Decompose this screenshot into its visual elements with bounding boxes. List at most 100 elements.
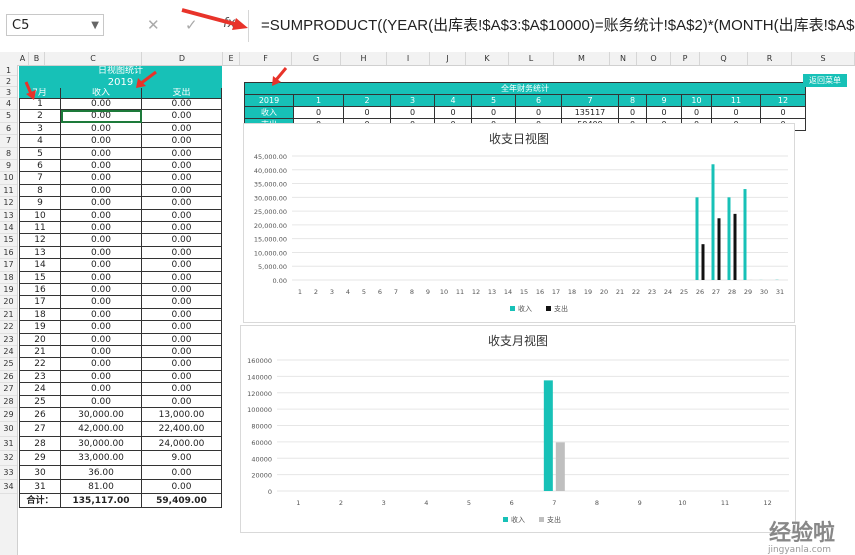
income-cell[interactable]: 0.00 (61, 395, 142, 408)
row-header[interactable]: 23 (0, 334, 17, 346)
income-cell[interactable]: 33,000.00 (61, 451, 142, 466)
expense-cell[interactable]: 0.00 (142, 370, 222, 384)
column-header[interactable]: C (45, 52, 142, 65)
income-cell[interactable]: 0.00 (61, 308, 142, 322)
column-header[interactable]: D (142, 52, 223, 65)
row-header[interactable]: 24 (0, 346, 17, 359)
daily-chart[interactable]: 收支日视图 0.00 5,000.00 10,000.00 15,000.00 20,0… (243, 123, 795, 323)
income-month-cell[interactable]: 0 (434, 106, 472, 119)
cancel-icon[interactable]: ✕ (147, 16, 160, 34)
income-cell[interactable]: 0.00 (61, 383, 142, 396)
day-cell[interactable]: 29 (19, 451, 61, 466)
income-cell[interactable]: 0.00 (61, 259, 142, 272)
row-header[interactable]: 25 (0, 358, 17, 371)
income-cell[interactable]: 0.00 (61, 110, 142, 123)
day-cell[interactable]: 10 (19, 209, 61, 222)
income-cell[interactable]: 0.00 (61, 284, 142, 297)
column-header[interactable]: B (29, 52, 45, 65)
day-cell[interactable]: 18 (19, 308, 61, 322)
income-month-cell[interactable]: 0 (618, 106, 647, 119)
row-header[interactable]: 29 (0, 408, 17, 423)
expense-cell[interactable]: 0.00 (142, 160, 222, 173)
row-header[interactable]: 10 (0, 172, 17, 185)
row-header[interactable]: 19 (0, 284, 17, 297)
day-cell[interactable]: 19 (19, 321, 61, 334)
bar-支出[interactable] (555, 442, 565, 491)
expense-cell[interactable]: 0.00 (142, 222, 222, 235)
day-cell[interactable]: 31 (19, 480, 61, 495)
row-header[interactable]: 1 (0, 65, 17, 76)
income-cell[interactable]: 0.00 (61, 122, 142, 136)
year-table-year[interactable]: 2019 (244, 94, 294, 107)
row-header[interactable]: 4 (0, 98, 17, 111)
income-month-cell[interactable]: 0 (293, 106, 344, 119)
expense-cell[interactable]: 0.00 (142, 284, 222, 297)
column-header[interactable]: H (341, 52, 387, 65)
expense-cell[interactable]: 9.00 (142, 451, 222, 466)
expense-cell[interactable]: 0.00 (142, 172, 222, 185)
income-cell[interactable]: 42,000.00 (61, 422, 142, 437)
expense-cell[interactable]: 0.00 (142, 197, 222, 210)
row-header[interactable]: 15 (0, 234, 17, 247)
row-header[interactable]: 34 (0, 480, 17, 495)
income-month-cell[interactable]: 0 (515, 106, 562, 119)
income-cell[interactable]: 0.00 (61, 160, 142, 173)
expense-cell[interactable]: 0.00 (142, 308, 222, 322)
income-cell[interactable]: 0.00 (61, 197, 142, 210)
row-header[interactable]: 32 (0, 451, 17, 466)
day-cell[interactable]: 22 (19, 358, 61, 371)
day-cell[interactable]: 11 (19, 222, 61, 235)
bar-收入[interactable] (711, 164, 715, 280)
row-header[interactable]: 14 (0, 222, 17, 235)
expense-cell[interactable]: 0.00 (142, 246, 222, 260)
day-cell[interactable]: 12 (19, 234, 61, 247)
row-header[interactable]: 31 (0, 437, 17, 452)
day-cell[interactable]: 27 (19, 422, 61, 437)
day-cell[interactable]: 30 (19, 465, 61, 480)
row-header[interactable]: 20 (0, 296, 17, 309)
column-header[interactable]: I (387, 52, 430, 65)
income-month-cell[interactable]: 0 (390, 106, 435, 119)
chevron-down-icon[interactable]: ▼ (91, 15, 99, 37)
day-cell[interactable]: 21 (19, 346, 61, 359)
income-month-cell[interactable]: 0 (646, 106, 682, 119)
expense-cell[interactable]: 0.00 (142, 209, 222, 222)
expense-cell[interactable]: 0.00 (142, 98, 222, 111)
day-cell[interactable]: 9 (19, 197, 61, 210)
column-header[interactable]: M (554, 52, 610, 65)
name-box[interactable]: C5 ▼ (6, 14, 104, 36)
column-header[interactable]: E (223, 52, 240, 65)
income-cell[interactable]: 0.00 (61, 333, 142, 346)
total-expense[interactable]: 59,409.00 (142, 494, 222, 509)
day-cell[interactable]: 20 (19, 333, 61, 346)
day-cell[interactable]: 6 (19, 160, 61, 173)
day-cell[interactable]: 5 (19, 147, 61, 160)
row-header[interactable]: 11 (0, 185, 17, 198)
row-header[interactable]: 9 (0, 160, 17, 173)
income-cell[interactable]: 0.00 (61, 358, 142, 371)
day-cell[interactable]: 8 (19, 184, 61, 198)
column-header[interactable]: R (748, 52, 792, 65)
income-month-cell[interactable]: 0 (681, 106, 712, 119)
column-header[interactable]: S (792, 52, 855, 65)
income-month-cell[interactable]: 0 (471, 106, 516, 119)
bar-支出[interactable] (717, 218, 721, 280)
column-header[interactable]: Q (700, 52, 748, 65)
expense-cell[interactable]: 0.00 (142, 333, 222, 346)
total-income[interactable]: 135,117.00 (61, 494, 142, 509)
expense-cell[interactable]: 0.00 (142, 465, 222, 480)
income-cell[interactable]: 0.00 (61, 271, 142, 284)
bar-收入[interactable] (727, 197, 731, 280)
row-header[interactable]: 7 (0, 135, 17, 148)
income-cell[interactable]: 0.00 (61, 296, 142, 309)
income-month-cell[interactable]: 0 (711, 106, 761, 119)
income-cell[interactable]: 0.00 (61, 147, 142, 160)
row-header[interactable]: 18 (0, 272, 17, 284)
income-cell[interactable]: 0.00 (61, 172, 142, 185)
column-header[interactable]: K (466, 52, 509, 65)
row-header[interactable]: 28 (0, 396, 17, 408)
formula-input[interactable]: =SUMPRODUCT((YEAR(出库表!$A$3:$A$10000)=账务统… (248, 10, 855, 42)
column-header[interactable]: J (430, 52, 466, 65)
day-cell[interactable]: 13 (19, 246, 61, 260)
expense-cell[interactable]: 13,000.00 (142, 408, 222, 423)
